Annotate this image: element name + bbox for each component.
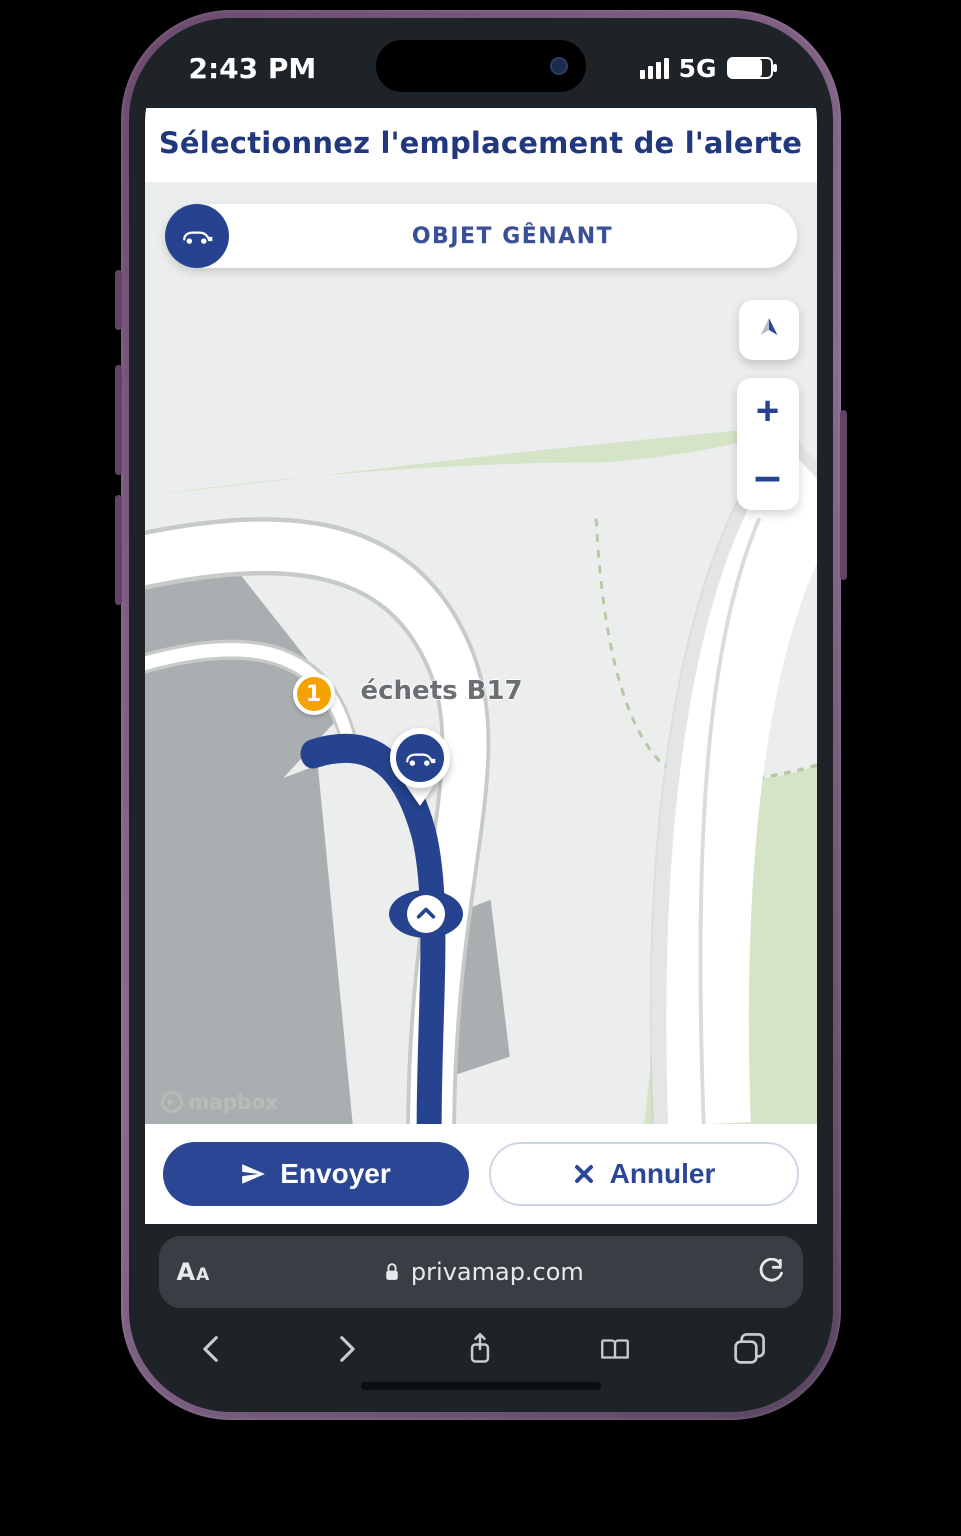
phone-frame: 2:43 PM 5G Sélectionnez l'emplacement de… — [121, 10, 841, 1420]
cancel-button[interactable]: Annuler — [489, 1142, 799, 1206]
browser-domain: privamap.com — [411, 1258, 584, 1286]
alert-location-pin[interactable] — [378, 728, 462, 806]
lock-icon — [383, 1262, 401, 1282]
alert-type-label: OBJET GÊNANT — [229, 224, 797, 249]
send-icon — [240, 1161, 266, 1187]
text-size-button[interactable]: AA — [177, 1258, 211, 1286]
map-poi-label: échets B17 — [361, 676, 523, 706]
forward-icon[interactable] — [329, 1332, 363, 1366]
chevron-up-icon — [415, 903, 437, 925]
map-attribution: mapbox — [161, 1090, 279, 1114]
waypoint-badge[interactable]: 1 — [293, 673, 335, 715]
cancel-label: Annuler — [610, 1158, 716, 1190]
browser-url-bar[interactable]: AA privamap.com — [159, 1236, 803, 1308]
cell-signal-icon — [640, 58, 669, 79]
reload-icon[interactable] — [757, 1258, 785, 1286]
close-icon — [572, 1162, 596, 1186]
compass-button[interactable] — [739, 300, 799, 360]
back-icon[interactable] — [195, 1332, 229, 1366]
battery-icon — [727, 57, 773, 79]
zoom-in-button[interactable]: + — [737, 378, 799, 444]
tabs-icon[interactable] — [732, 1332, 766, 1366]
action-bar: Envoyer Annuler — [145, 1124, 817, 1224]
home-indicator[interactable] — [361, 1382, 601, 1390]
status-network: 5G — [679, 54, 717, 83]
app-header: Sélectionnez l'emplacement de l'alerte — [145, 108, 817, 182]
zoom-controls: + – — [737, 378, 799, 510]
status-time: 2:43 PM — [189, 52, 317, 85]
bookmarks-icon[interactable] — [598, 1332, 632, 1366]
compass-icon — [752, 313, 786, 347]
mapbox-logo-icon — [161, 1091, 183, 1113]
car-blocked-icon — [165, 204, 229, 268]
map-canvas[interactable]: OBJET GÊNANT + – — [145, 182, 817, 1124]
zoom-out-button[interactable]: – — [737, 444, 799, 510]
submit-label: Envoyer — [280, 1158, 391, 1190]
waypoint-number: 1 — [306, 682, 321, 707]
current-heading-marker — [389, 890, 463, 938]
submit-button[interactable]: Envoyer — [163, 1142, 469, 1206]
alert-type-pill[interactable]: OBJET GÊNANT — [165, 204, 797, 268]
car-blocked-icon — [403, 747, 437, 769]
page-title: Sélectionnez l'emplacement de l'alerte — [157, 126, 805, 160]
map-terrain — [145, 182, 817, 1124]
dynamic-island — [376, 40, 586, 92]
share-icon[interactable] — [463, 1332, 497, 1366]
